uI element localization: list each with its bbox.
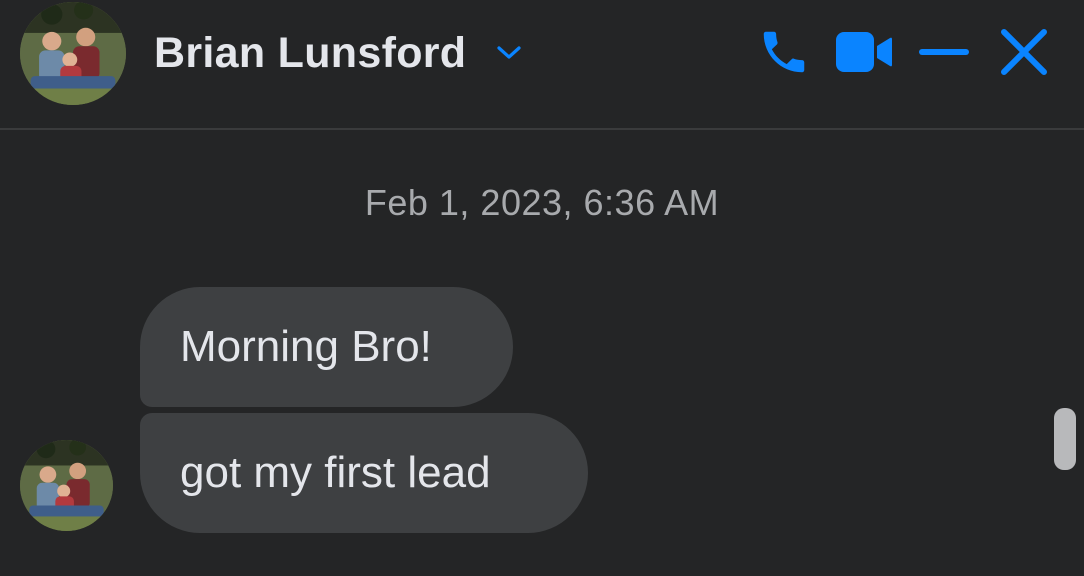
chevron-down-icon[interactable] <box>496 43 526 63</box>
scrollbar-thumb[interactable] <box>1054 408 1076 470</box>
contact-name: Brian Lunsford <box>154 28 467 77</box>
profile-photo-icon <box>20 2 126 105</box>
phone-icon <box>763 31 805 73</box>
header-actions <box>754 22 1054 82</box>
message-text: Morning Bro! <box>180 322 432 371</box>
close-icon <box>1001 29 1047 75</box>
video-call-button[interactable] <box>834 22 894 82</box>
message-bubble[interactable]: got my first lead <box>140 413 588 533</box>
sender-avatar[interactable] <box>20 440 113 531</box>
voice-call-button[interactable] <box>754 22 814 82</box>
minimize-button[interactable] <box>914 22 974 82</box>
chat-window: Brian Lunsford Feb 1, 2023, 6:36 AM Morn… <box>0 0 1084 576</box>
chat-header: Brian Lunsford <box>0 0 1084 130</box>
message-text: got my first lead <box>180 448 491 497</box>
close-button[interactable] <box>994 22 1054 82</box>
message-bubble[interactable]: Morning Bro! <box>140 287 513 407</box>
video-camera-icon <box>836 32 892 72</box>
message-timestamp: Feb 1, 2023, 6:36 AM <box>364 182 720 223</box>
profile-photo-icon <box>20 440 113 531</box>
minimize-icon <box>919 49 969 55</box>
contact-avatar[interactable] <box>20 2 126 105</box>
contact-name-dropdown[interactable]: Brian Lunsford <box>154 28 526 78</box>
